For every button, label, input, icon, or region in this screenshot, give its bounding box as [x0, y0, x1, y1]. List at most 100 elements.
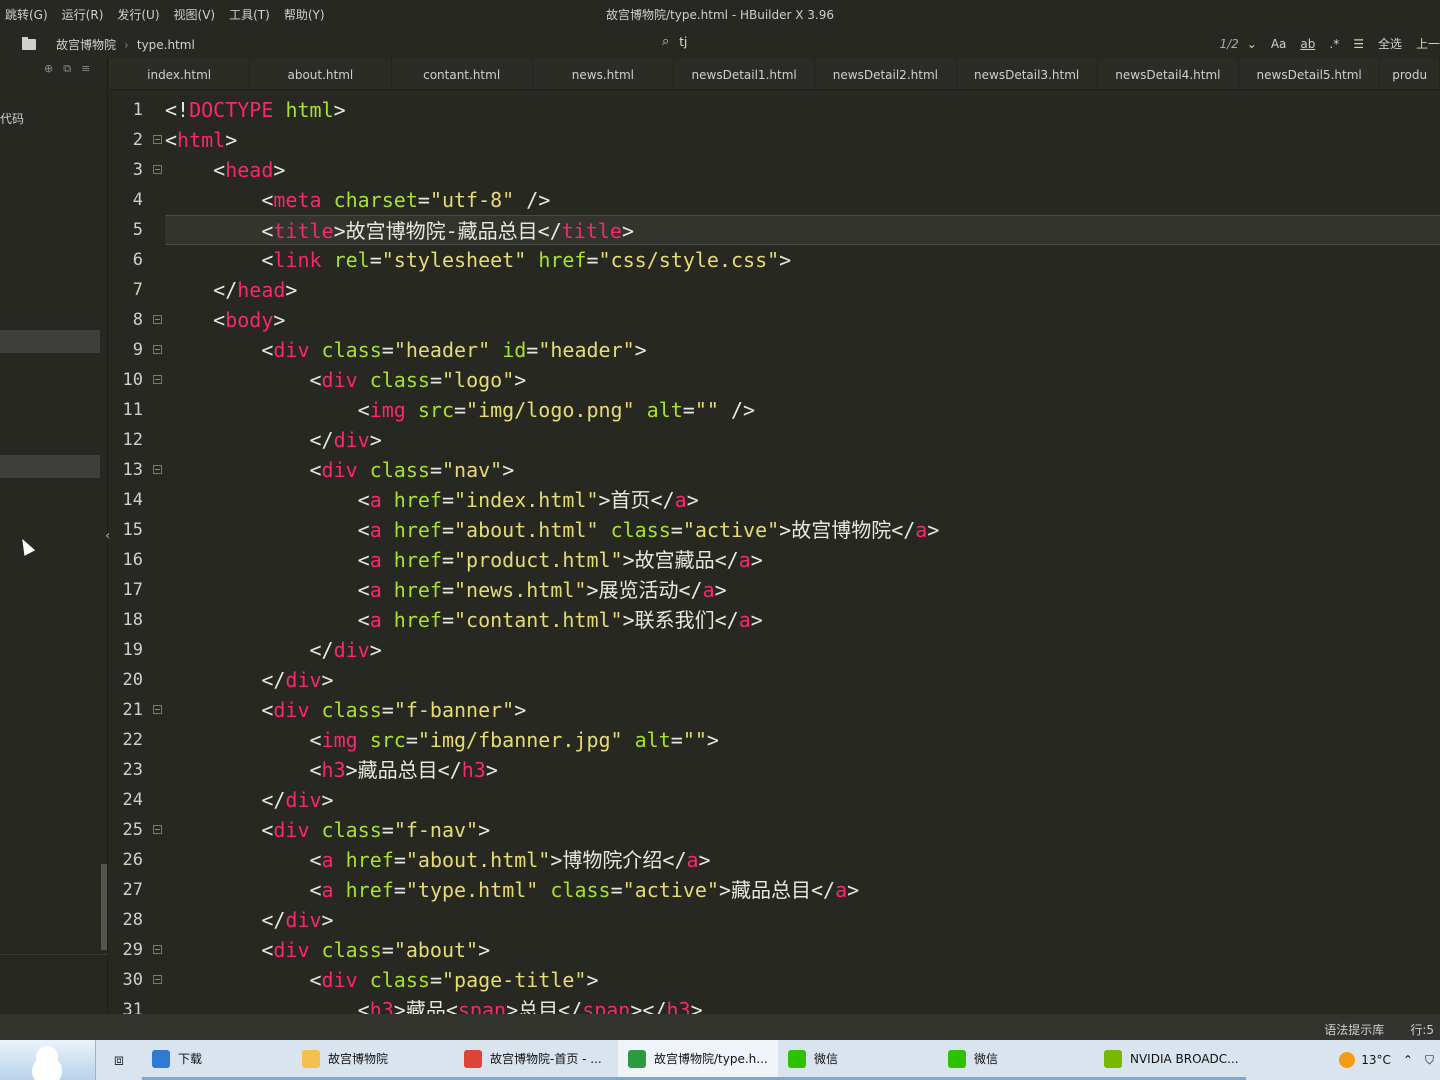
crosshair-icon[interactable]: ⊕ — [44, 62, 53, 76]
code-line[interactable]: <div class="logo"> — [165, 365, 1440, 395]
taskbar-item-download[interactable]: 下载 — [142, 1040, 292, 1080]
select-all-button[interactable]: 全选 — [1378, 35, 1402, 52]
code-line[interactable]: <body> — [165, 305, 1440, 335]
taskbar-item-hbuilder[interactable]: 故宫博物院/type.h... — [618, 1040, 778, 1080]
code-line[interactable]: <head> — [165, 155, 1440, 185]
tab-news-detail-3[interactable]: newsDetail3.html — [957, 58, 1098, 90]
shield-icon[interactable]: ⛉ — [1425, 1053, 1434, 1068]
fold-toggle-icon[interactable] — [153, 705, 162, 714]
code-token: body — [225, 308, 274, 332]
code-line[interactable]: <img src="img/logo.png" alt="" /> — [165, 395, 1440, 425]
code-token: = — [381, 938, 394, 962]
menu-view[interactable]: 视图(V) — [174, 6, 216, 23]
code-token: a — [321, 848, 334, 872]
task-view-icon[interactable]: ⧈ — [96, 1050, 142, 1070]
syntax-library-button[interactable]: 语法提示库 — [1324, 1021, 1384, 1038]
code-line[interactable]: <img src="img/fbanner.jpg" alt=""> — [165, 725, 1440, 755]
fold-toggle-icon[interactable] — [153, 165, 162, 174]
code-line[interactable]: </div> — [165, 425, 1440, 455]
menu-icon[interactable]: ≡ — [81, 62, 90, 76]
code-line[interactable]: </head> — [165, 275, 1440, 305]
menu-tools[interactable]: 工具(T) — [229, 6, 270, 23]
code-token: div — [321, 368, 358, 392]
code-line[interactable]: </div> — [165, 905, 1440, 935]
tab-product[interactable]: produ — [1380, 58, 1440, 90]
code-line[interactable]: <!DOCTYPE html> — [165, 95, 1440, 125]
code-token: "" — [694, 398, 719, 422]
chevron-down-icon[interactable]: ⌄ — [1247, 37, 1257, 51]
side-scrollbar[interactable] — [101, 864, 107, 950]
taskbar-item-chrome[interactable]: 故宫博物院-首页 - ... — [454, 1040, 618, 1080]
code-line[interactable]: </div> — [165, 635, 1440, 665]
fold-toggle-icon[interactable] — [153, 465, 162, 474]
code-line[interactable]: <meta charset="utf-8" /> — [165, 185, 1440, 215]
menu-goto[interactable]: 跳转(G) — [5, 6, 48, 23]
whole-word-button[interactable]: ab — [1300, 37, 1315, 51]
window-icon[interactable]: ⧉ — [63, 62, 71, 76]
code-token: href — [345, 848, 394, 872]
code-editor[interactable]: 1 2 3 4 5 6 7 8 9 10 11 12 13 14 15 16 17 18 19 20 21 22 23 24 2… — [109, 91, 1440, 1014]
regex-button[interactable]: .* — [1329, 37, 1339, 51]
code-line[interactable]: <a href="type.html" class="active">藏品总目<… — [165, 875, 1440, 905]
breadcrumb-file[interactable]: type.html — [137, 38, 195, 52]
taskbar-item-nvidia[interactable]: NVIDIA BROADC... — [1094, 1040, 1246, 1080]
fold-toggle-icon[interactable] — [153, 375, 162, 384]
outline-row[interactable] — [0, 330, 100, 353]
code-line[interactable]: <div class="about"> — [165, 935, 1440, 965]
code-line[interactable]: <title>故宫博物院-藏品总目</title> — [165, 215, 1440, 245]
tab-contant[interactable]: contant.html — [392, 58, 533, 90]
fold-toggle-icon[interactable] — [153, 825, 162, 834]
code-line[interactable]: <a href="product.html">故宫藏品</a> — [165, 545, 1440, 575]
tab-news-detail-4[interactable]: newsDetail4.html — [1098, 58, 1239, 90]
weather-temperature[interactable]: 13°C — [1361, 1053, 1391, 1067]
code-line[interactable]: <a href="about.html">博物院介绍</a> — [165, 845, 1440, 875]
wechat-icon — [948, 1049, 966, 1068]
start-button[interactable] — [0, 1040, 96, 1080]
code-line[interactable]: <div class="page-title"> — [165, 965, 1440, 995]
code-line[interactable]: <div class="nav"> — [165, 455, 1440, 485]
fold-toggle-icon[interactable] — [153, 315, 162, 324]
code-line[interactable]: <h3>藏品总目</h3> — [165, 755, 1440, 785]
tab-index[interactable]: index.html — [109, 58, 251, 90]
menu-publish[interactable]: 发行(U) — [117, 6, 159, 23]
code-area[interactable]: <!DOCTYPE html> <html> <head> <meta chars… — [165, 95, 1440, 1014]
code-line[interactable]: <a href="news.html">展览活动</a> — [165, 575, 1440, 605]
code-line[interactable]: <div class="f-banner"> — [165, 695, 1440, 725]
fold-toggle-icon[interactable] — [153, 345, 162, 354]
tab-about[interactable]: about.html — [250, 58, 392, 90]
breadcrumb-project[interactable]: 故宫博物院 — [56, 36, 116, 53]
code-line[interactable]: <a href="index.html">首页</a> — [165, 485, 1440, 515]
outline-row[interactable] — [0, 455, 100, 478]
folder-icon[interactable] — [22, 37, 36, 50]
code-line[interactable]: <a href="about.html" class="active">故宫博物… — [165, 515, 1440, 545]
fold-toggle-icon[interactable] — [153, 975, 162, 984]
tab-news[interactable]: news.html — [533, 58, 674, 90]
taskbar-item-wechat[interactable]: 微信 — [778, 1040, 938, 1080]
menu-run[interactable]: 运行(R) — [62, 6, 104, 23]
code-line[interactable]: </div> — [165, 665, 1440, 695]
code-line[interactable]: <a href="contant.html">联系我们</a> — [165, 605, 1440, 635]
taskbar-item-folder[interactable]: 故宫博物院 — [292, 1040, 454, 1080]
code-token: div — [333, 428, 370, 452]
cursor-position[interactable]: 行:5 — [1410, 1021, 1434, 1038]
fold-toggle-icon[interactable] — [153, 945, 162, 954]
find-input[interactable] — [679, 34, 860, 49]
tab-news-detail-1[interactable]: newsDetail1.html — [674, 58, 816, 90]
taskbar-item-wechat[interactable]: 微信 — [938, 1040, 1094, 1080]
code-line[interactable]: <div class="f-nav"> — [165, 815, 1440, 845]
code-line[interactable]: <div class="header" id="header"> — [165, 335, 1440, 365]
find-in-selection-icon[interactable]: ☰ — [1353, 37, 1364, 51]
find-prev-button[interactable]: 上一 — [1416, 35, 1440, 52]
weather-icon[interactable] — [1339, 1052, 1356, 1068]
tab-news-detail-2[interactable]: newsDetail2.html — [815, 58, 957, 90]
match-case-button[interactable]: Aa — [1271, 37, 1287, 51]
tab-news-detail-5[interactable]: newsDetail5.html — [1239, 58, 1381, 90]
code-line[interactable]: <html> — [165, 125, 1440, 155]
code-line[interactable]: <link rel="stylesheet" href="css/style.c… — [165, 245, 1440, 275]
fold-toggle-icon[interactable] — [153, 135, 162, 144]
chevron-up-icon[interactable]: ⌃ — [1403, 1053, 1413, 1067]
code-line[interactable]: <h3>藏品<span>总目</span></h3> — [165, 995, 1440, 1014]
menu-help[interactable]: 帮助(Y) — [284, 6, 325, 23]
code-line[interactable]: </div> — [165, 785, 1440, 815]
